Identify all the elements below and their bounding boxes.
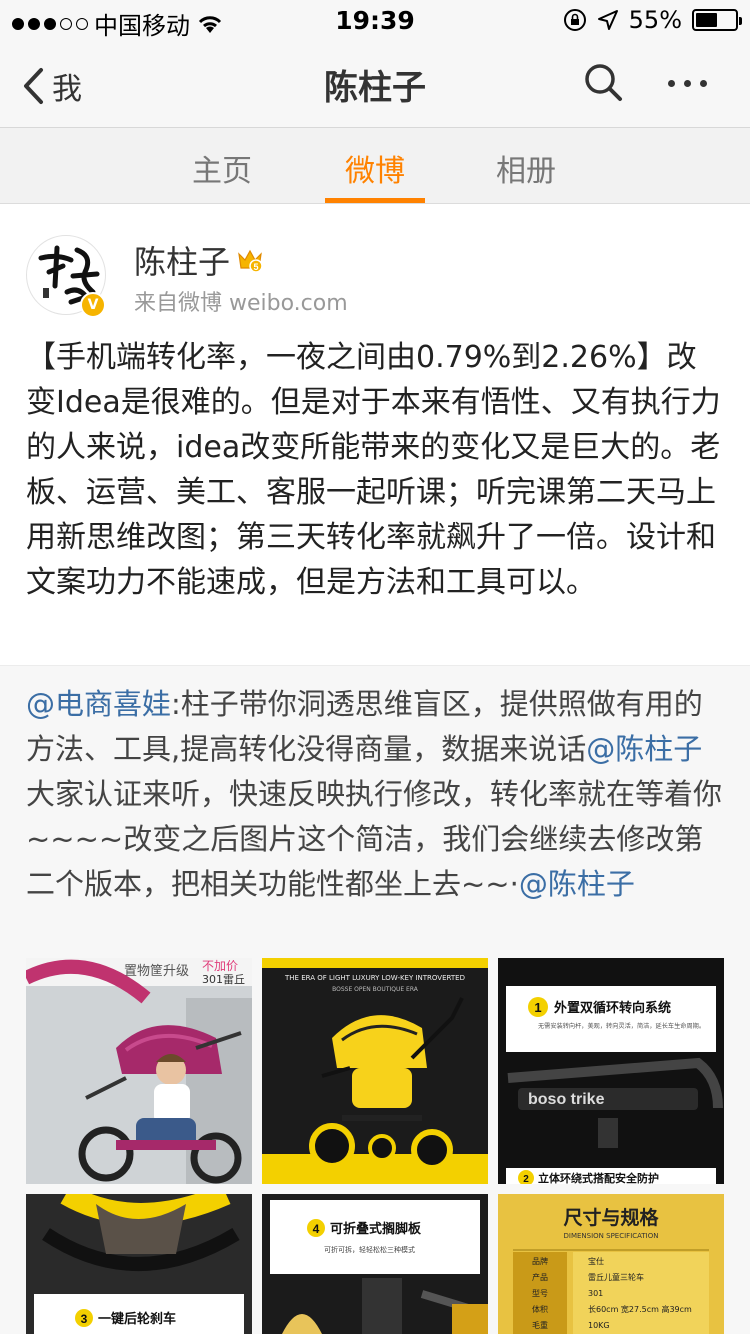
footrest-photo-icon: 4 可折叠式搁脚板 可折可拆，轻轻松松三种模式 xyxy=(262,1194,488,1334)
more-icon[interactable] xyxy=(668,80,707,87)
tricycle-child-photo-icon: 置物筐升级 不加价 301雷丘 xyxy=(26,958,252,1184)
feature-number: 4 xyxy=(313,1222,320,1236)
spec-value: 长60cm 宽27.5cm 高39cm xyxy=(588,1304,692,1314)
spec-key: 型号 xyxy=(532,1289,548,1298)
spec-title: 尺寸与规格 xyxy=(563,1206,659,1229)
verified-badge-icon: V xyxy=(80,292,106,318)
brake-photo-icon: 3 一键后轮刹车 xyxy=(26,1194,252,1334)
battery-fill xyxy=(696,13,717,27)
retweet-block[interactable]: @电商喜娃:柱子带你洞透思维盲区，提供照做有用的方法、工具,提高转化没得商量，数… xyxy=(0,665,750,1334)
grid-image-5[interactable]: 4 可折叠式搁脚板 可折可拆，轻轻松松三种模式 xyxy=(262,1194,488,1334)
brand-label: boso trike xyxy=(528,1091,605,1108)
feature-number: 3 xyxy=(81,1312,88,1326)
grid-image-4[interactable]: 3 一键后轮刹车 xyxy=(26,1194,252,1334)
battery-icon xyxy=(692,9,742,31)
grid-image-1[interactable]: 置物筐升级 不加价 301雷丘 xyxy=(26,958,252,1184)
image-sub: BOSSE OPEN BOUTIQUE ERA xyxy=(332,986,419,993)
image-top-label: 置物筐升级 xyxy=(124,963,189,979)
tab-album[interactable]: 相册 xyxy=(466,146,586,190)
status-bar: 中国移动 19:39 55% xyxy=(0,0,750,40)
search-icon[interactable] xyxy=(583,62,623,102)
feature-number: 1 xyxy=(534,1000,541,1015)
post-source: 来自微博 weibo.com xyxy=(134,291,348,316)
post-content[interactable]: 【手机端转化率，一夜之间由0.79%到2.26%】改变Idea是很难的。但是对于… xyxy=(26,335,726,605)
retweet-text[interactable]: @电商喜娃:柱子带你洞透思维盲区，提供照做有用的方法、工具,提高转化没得商量，数… xyxy=(26,682,726,907)
user-name: 陈柱子 xyxy=(134,243,231,281)
feature-desc: 可折可拆，轻轻松松三种模式 xyxy=(324,1245,415,1254)
svg-text:5: 5 xyxy=(254,262,259,272)
feature-title: 外置双循环转向系统 xyxy=(553,1000,671,1016)
feature-number: 2 xyxy=(523,1174,529,1184)
tab-home[interactable]: 主页 xyxy=(162,146,282,190)
status-right: 55% xyxy=(563,6,742,34)
mention-link[interactable]: @陈柱子 xyxy=(519,867,635,901)
image-top-label: THE ERA OF LIGHT LUXURY LOW-KEY INTROVER… xyxy=(284,974,465,982)
page-title: 陈柱子 xyxy=(324,68,426,108)
spec-key: 体积 xyxy=(532,1304,548,1314)
crown-vip-icon[interactable]: 5 xyxy=(236,246,264,274)
spec-key: 产品 xyxy=(532,1272,548,1282)
spec-value: 10KG xyxy=(588,1321,610,1330)
battery-percent: 55% xyxy=(628,6,682,34)
spec-key: 毛重 xyxy=(532,1320,548,1330)
grid-image-3[interactable]: 1 外置双循环转向系统 无需安装转向杆，美观，转向灵活，简洁，延长车生命周期。 … xyxy=(498,958,724,1184)
spec-value: 301 xyxy=(588,1289,603,1298)
spec-subtitle: DIMENSION SPECIFICATION xyxy=(564,1232,659,1240)
image-tag: 不加价 xyxy=(202,959,238,973)
mention-link[interactable]: @电商喜娃 xyxy=(26,687,171,721)
active-tab-indicator xyxy=(325,198,425,203)
yellow-tricycle-photo-icon: THE ERA OF LIGHT LUXURY LOW-KEY INTROVER… xyxy=(262,958,488,1184)
spec-key: 品牌 xyxy=(532,1256,548,1266)
steering-system-photo-icon: 1 外置双循环转向系统 无需安装转向杆，美观，转向灵活，简洁，延长车生命周期。 … xyxy=(498,958,724,1184)
feature-title: 可折叠式搁脚板 xyxy=(330,1221,422,1237)
rotation-lock-icon xyxy=(563,9,586,31)
location-icon xyxy=(597,10,618,30)
grid-image-6[interactable]: 尺寸与规格 DIMENSION SPECIFICATION 品牌 宝仕 产品 雷… xyxy=(498,1194,724,1334)
mention-link[interactable]: @陈柱子 xyxy=(586,732,702,766)
image-sub: 301雷丘 xyxy=(202,973,245,986)
spec-value: 雷丘儿童三轮车 xyxy=(588,1272,644,1282)
feature-title: 立体环绕式搭配安全防护 xyxy=(538,1171,659,1184)
grid-image-2[interactable]: THE ERA OF LIGHT LUXURY LOW-KEY INTROVER… xyxy=(262,958,488,1184)
profile-tabs: 主页 微博 相册 xyxy=(0,128,750,204)
spec-value: 宝仕 xyxy=(588,1256,604,1266)
tab-weibo[interactable]: 微博 xyxy=(315,146,435,190)
feature-title: 一键后轮刹车 xyxy=(98,1311,176,1327)
feature-desc: 无需安装转向杆，美观，转向灵活，简洁，延长车生命周期。 xyxy=(538,1022,705,1030)
spec-table-image-icon: 尺寸与规格 DIMENSION SPECIFICATION 品牌 宝仕 产品 雷… xyxy=(498,1194,724,1334)
nav-bar: 我 陈柱子 xyxy=(0,40,750,128)
post-user[interactable]: 陈柱子 5 xyxy=(134,237,264,283)
